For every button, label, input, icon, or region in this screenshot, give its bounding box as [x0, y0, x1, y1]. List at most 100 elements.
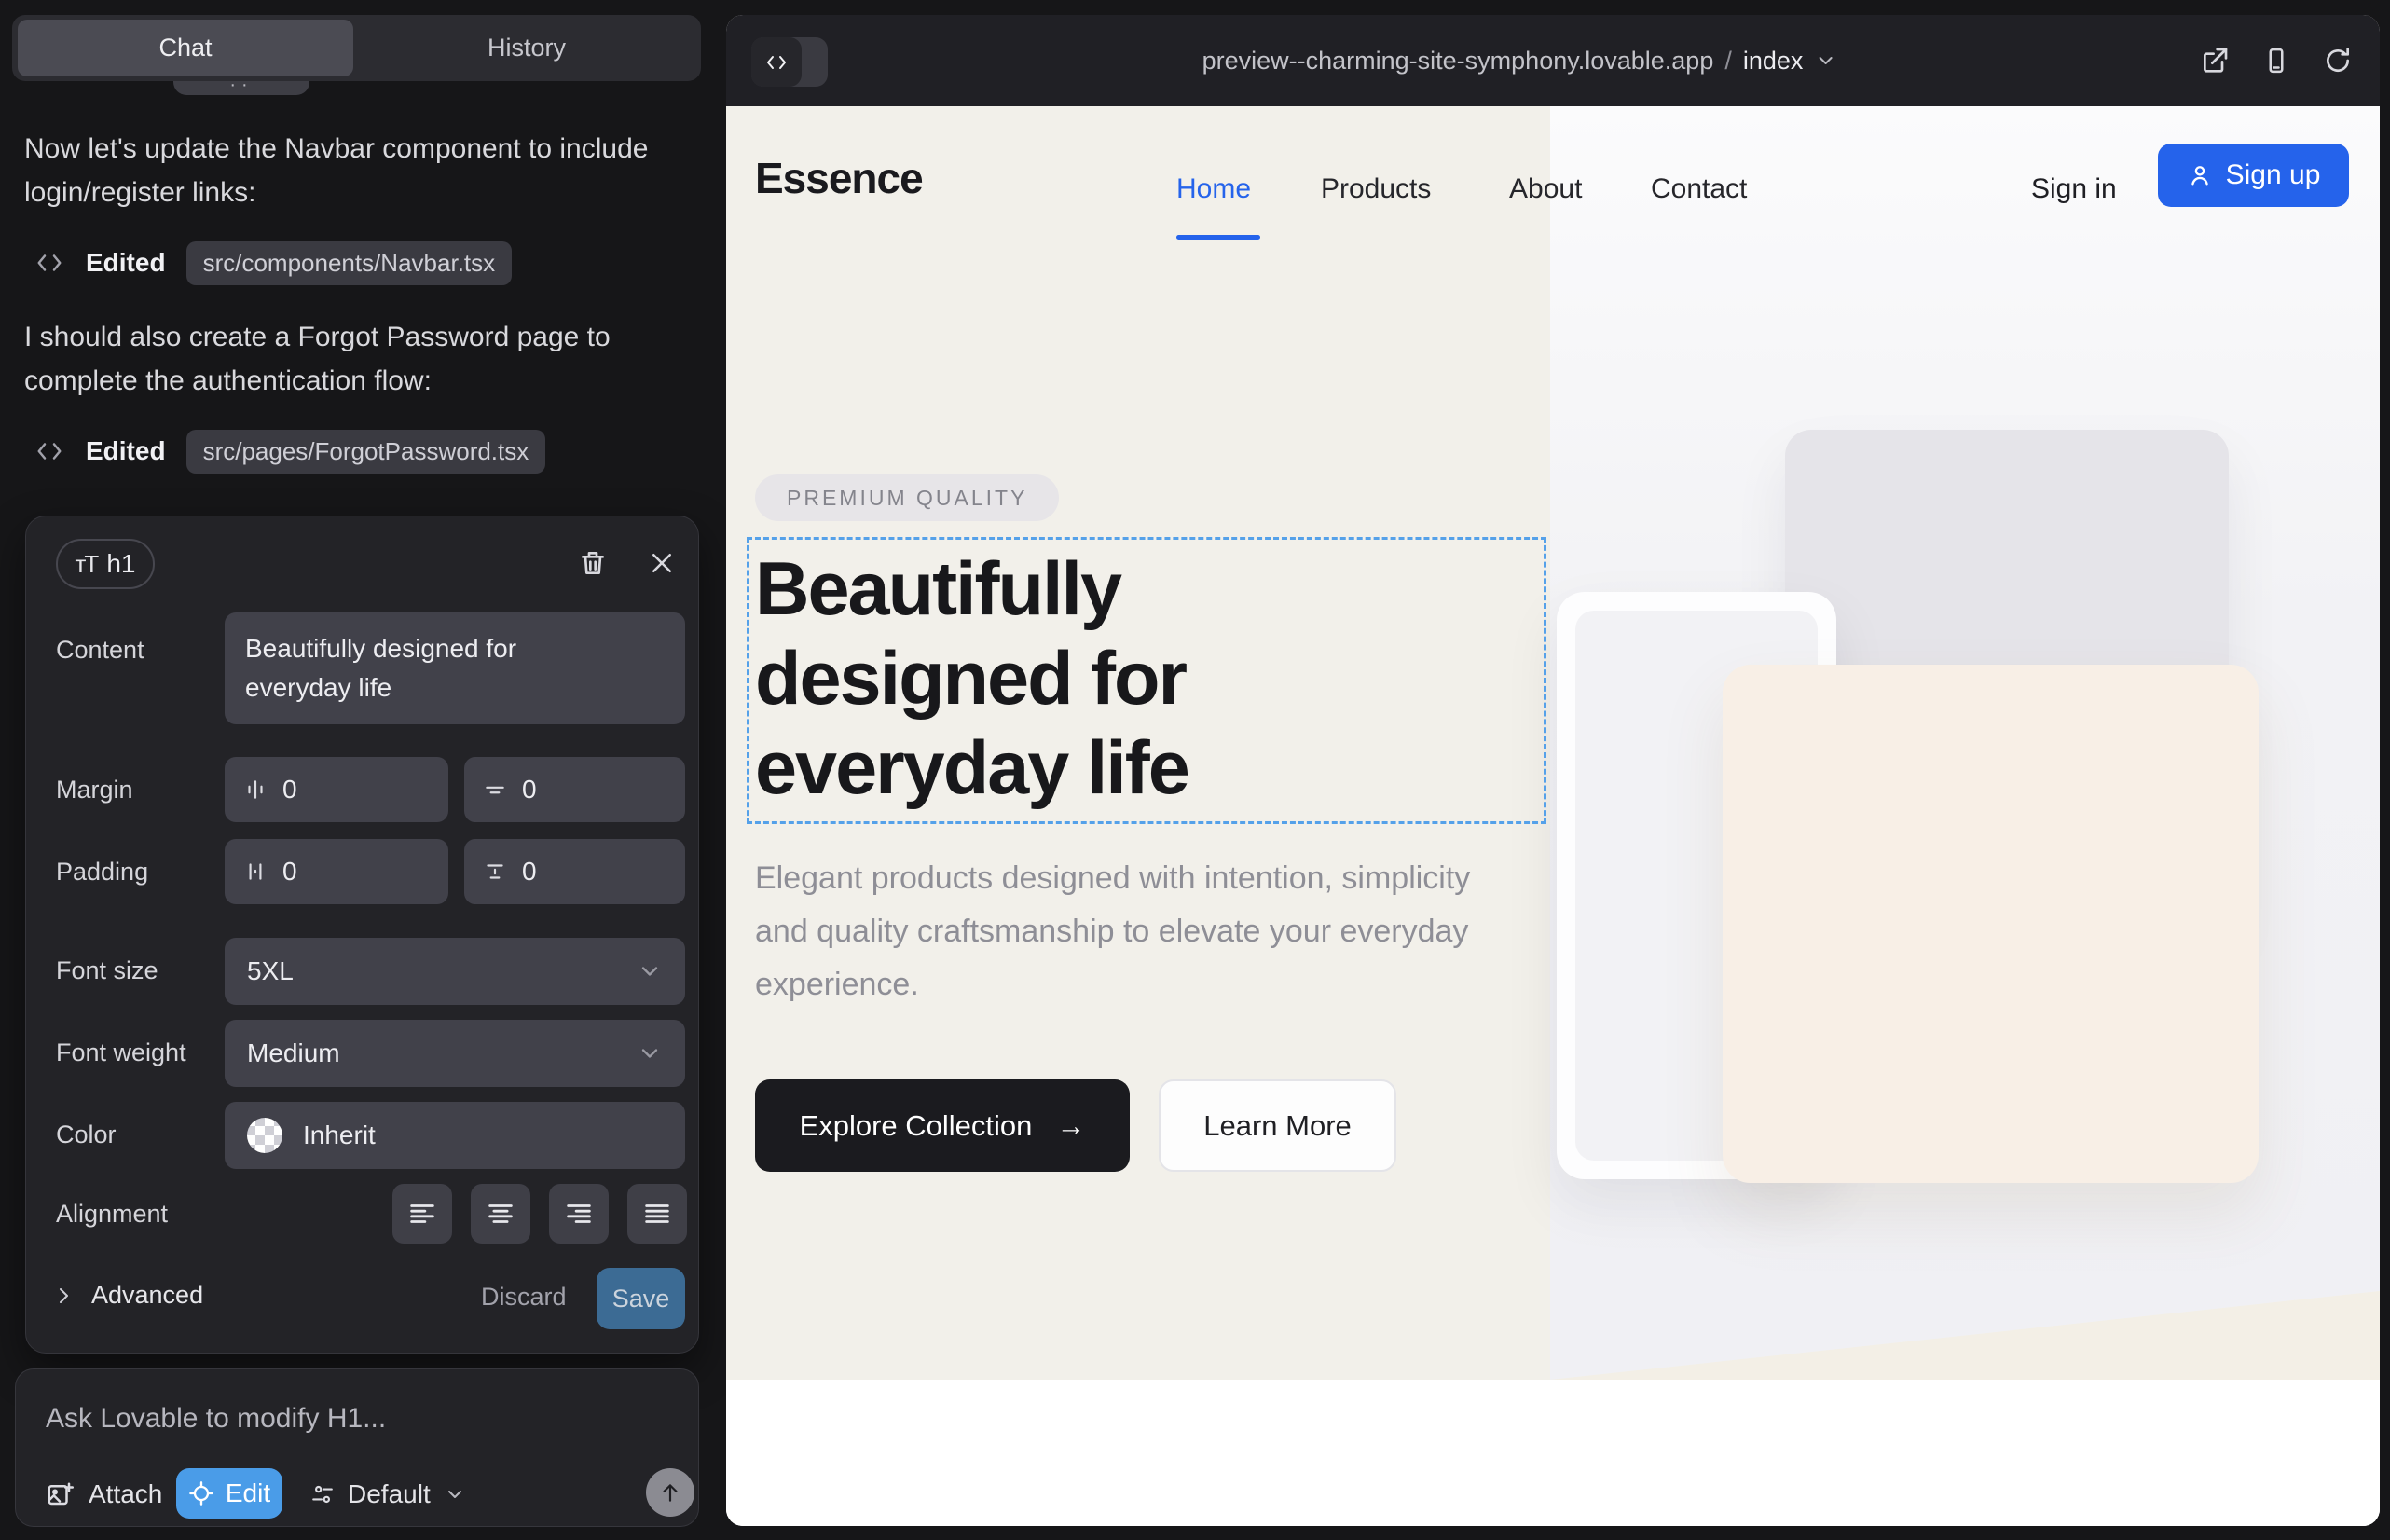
color-label: Color: [56, 1121, 117, 1149]
tab-chat[interactable]: Chat: [18, 20, 353, 76]
font-weight-select[interactable]: Medium: [225, 1020, 685, 1087]
element-tag-label: h1: [106, 549, 135, 579]
tab-history-label: History: [488, 34, 566, 62]
discard-button[interactable]: Discard: [481, 1283, 567, 1312]
margin-x-value: 0: [282, 775, 297, 804]
sign-in-link[interactable]: Sign in: [2031, 173, 2117, 205]
edit-mode-button[interactable]: Edit: [176, 1468, 282, 1519]
chevron-down-icon: [637, 1040, 663, 1066]
chevron-down-icon: [1814, 49, 1836, 72]
sliders-icon: [310, 1482, 335, 1506]
user-icon: [2187, 162, 2213, 188]
delete-element-button[interactable]: [572, 541, 613, 585]
element-editor-panel: ᴛT h1 Content Beautifully designed for e…: [25, 516, 699, 1354]
margin-y-input[interactable]: 0: [464, 757, 685, 822]
preview-pane: preview--charming-site-symphony.lovable.…: [726, 15, 2380, 1526]
padding-y-input[interactable]: 0: [464, 839, 685, 904]
font-weight-value: Medium: [247, 1038, 340, 1068]
align-justify-icon: [641, 1198, 673, 1230]
color-value: Inherit: [303, 1121, 376, 1150]
attach-image-icon: [46, 1480, 74, 1508]
code-icon: [34, 249, 65, 277]
explore-collection-button[interactable]: Explore Collection →: [755, 1079, 1130, 1172]
margin-vertical-icon: [483, 777, 507, 802]
transparent-swatch-icon: [247, 1118, 282, 1153]
content-label: Content: [56, 636, 144, 665]
margin-x-input[interactable]: 0: [225, 757, 448, 822]
smartphone-icon: [2262, 45, 2290, 76]
chevron-down-icon: [444, 1483, 466, 1506]
advanced-label: Advanced: [91, 1281, 203, 1310]
selected-element-pill: ᴛT h1: [56, 539, 155, 589]
align-left-button[interactable]: [392, 1184, 452, 1244]
sign-up-label: Sign up: [2226, 159, 2321, 191]
code-icon: [763, 51, 790, 74]
padding-y-value: 0: [522, 857, 537, 887]
learn-more-button[interactable]: Learn More: [1159, 1079, 1396, 1172]
nav-link-products[interactable]: Products: [1321, 173, 1431, 205]
chevron-right-icon: [52, 1285, 75, 1307]
typography-icon: ᴛT: [76, 550, 98, 579]
code-toggle-segment[interactable]: [751, 37, 802, 87]
margin-y-value: 0: [522, 775, 537, 804]
nav-link-home[interactable]: Home: [1176, 173, 1251, 205]
hero-heading[interactable]: Beautifully designed for everyday life: [755, 544, 1188, 813]
color-select[interactable]: Inherit: [225, 1102, 685, 1169]
align-center-button[interactable]: [471, 1184, 530, 1244]
advanced-toggle[interactable]: Advanced: [52, 1281, 203, 1310]
url-page: index: [1743, 47, 1804, 76]
font-size-select[interactable]: 5XL: [225, 938, 685, 1005]
nav-link-contact[interactable]: Contact: [1651, 173, 1747, 205]
hero-heading-line: everyday life: [755, 723, 1188, 813]
chat-message: Now let's update the Navbar component to…: [24, 127, 686, 214]
arrow-up-icon: [658, 1480, 682, 1505]
prompt-box: Ask Lovable to modify H1... Attach Edit …: [15, 1368, 699, 1527]
align-right-button[interactable]: [549, 1184, 609, 1244]
margin-label: Margin: [56, 776, 133, 804]
align-justify-button[interactable]: [627, 1184, 687, 1244]
font-size-value: 5XL: [247, 956, 294, 986]
edited-file-chip[interactable]: src/pages/ForgotPassword.tsx: [186, 430, 546, 474]
sign-up-button[interactable]: Sign up: [2158, 144, 2349, 207]
decorative-card-cream: [1723, 665, 2259, 1183]
font-size-label: Font size: [56, 956, 158, 985]
site-logo[interactable]: Essence: [755, 153, 923, 203]
alignment-label: Alignment: [56, 1200, 168, 1229]
margin-horizontal-icon: [243, 777, 268, 802]
padding-x-input[interactable]: 0: [225, 839, 448, 904]
tab-history[interactable]: History: [357, 20, 696, 76]
active-nav-underline: [1176, 235, 1260, 240]
refresh-icon: [2323, 46, 2353, 76]
edit-label: Edit: [226, 1478, 270, 1508]
arrow-right-icon: →: [1056, 1109, 1085, 1143]
send-button[interactable]: [646, 1468, 694, 1517]
open-external-button[interactable]: [2197, 40, 2232, 81]
mobile-view-button[interactable]: [2259, 40, 2294, 81]
model-default-select[interactable]: Default: [310, 1479, 466, 1509]
chat-history-tabs: Chat History: [12, 15, 701, 81]
edited-label: Edited: [86, 248, 166, 278]
nav-link-about[interactable]: About: [1509, 173, 1582, 205]
align-right-icon: [563, 1198, 595, 1230]
attach-label: Attach: [89, 1479, 162, 1509]
hero-heading-line: Beautifully: [755, 544, 1188, 634]
code-preview-toggle[interactable]: [751, 37, 828, 87]
url-separator: /: [1724, 47, 1732, 76]
font-weight-label: Font weight: [56, 1038, 186, 1067]
content-input[interactable]: Beautifully designed for everyday life: [225, 612, 685, 724]
site-page: Essence Home Products About Contact Sign…: [726, 106, 2380, 1526]
save-button[interactable]: Save: [597, 1268, 685, 1329]
preview-url[interactable]: preview--charming-site-symphony.lovable.…: [1202, 15, 1837, 106]
chevron-down-icon: [637, 958, 663, 984]
edited-file-chip[interactable]: src/components/Navbar.tsx: [186, 241, 513, 285]
chat-message: I should also create a Forgot Password p…: [24, 315, 686, 403]
edited-file-row: Edited src/pages/ForgotPassword.tsx: [34, 429, 545, 474]
prompt-input[interactable]: Ask Lovable to modify H1...: [46, 1403, 386, 1435]
default-label: Default: [348, 1479, 431, 1509]
close-editor-button[interactable]: [641, 541, 682, 585]
refresh-button[interactable]: [2320, 40, 2356, 81]
hero-heading-line: designed for: [755, 634, 1188, 723]
edited-label: Edited: [86, 436, 166, 466]
attach-button[interactable]: Attach: [46, 1479, 162, 1509]
trash-icon: [578, 546, 608, 580]
